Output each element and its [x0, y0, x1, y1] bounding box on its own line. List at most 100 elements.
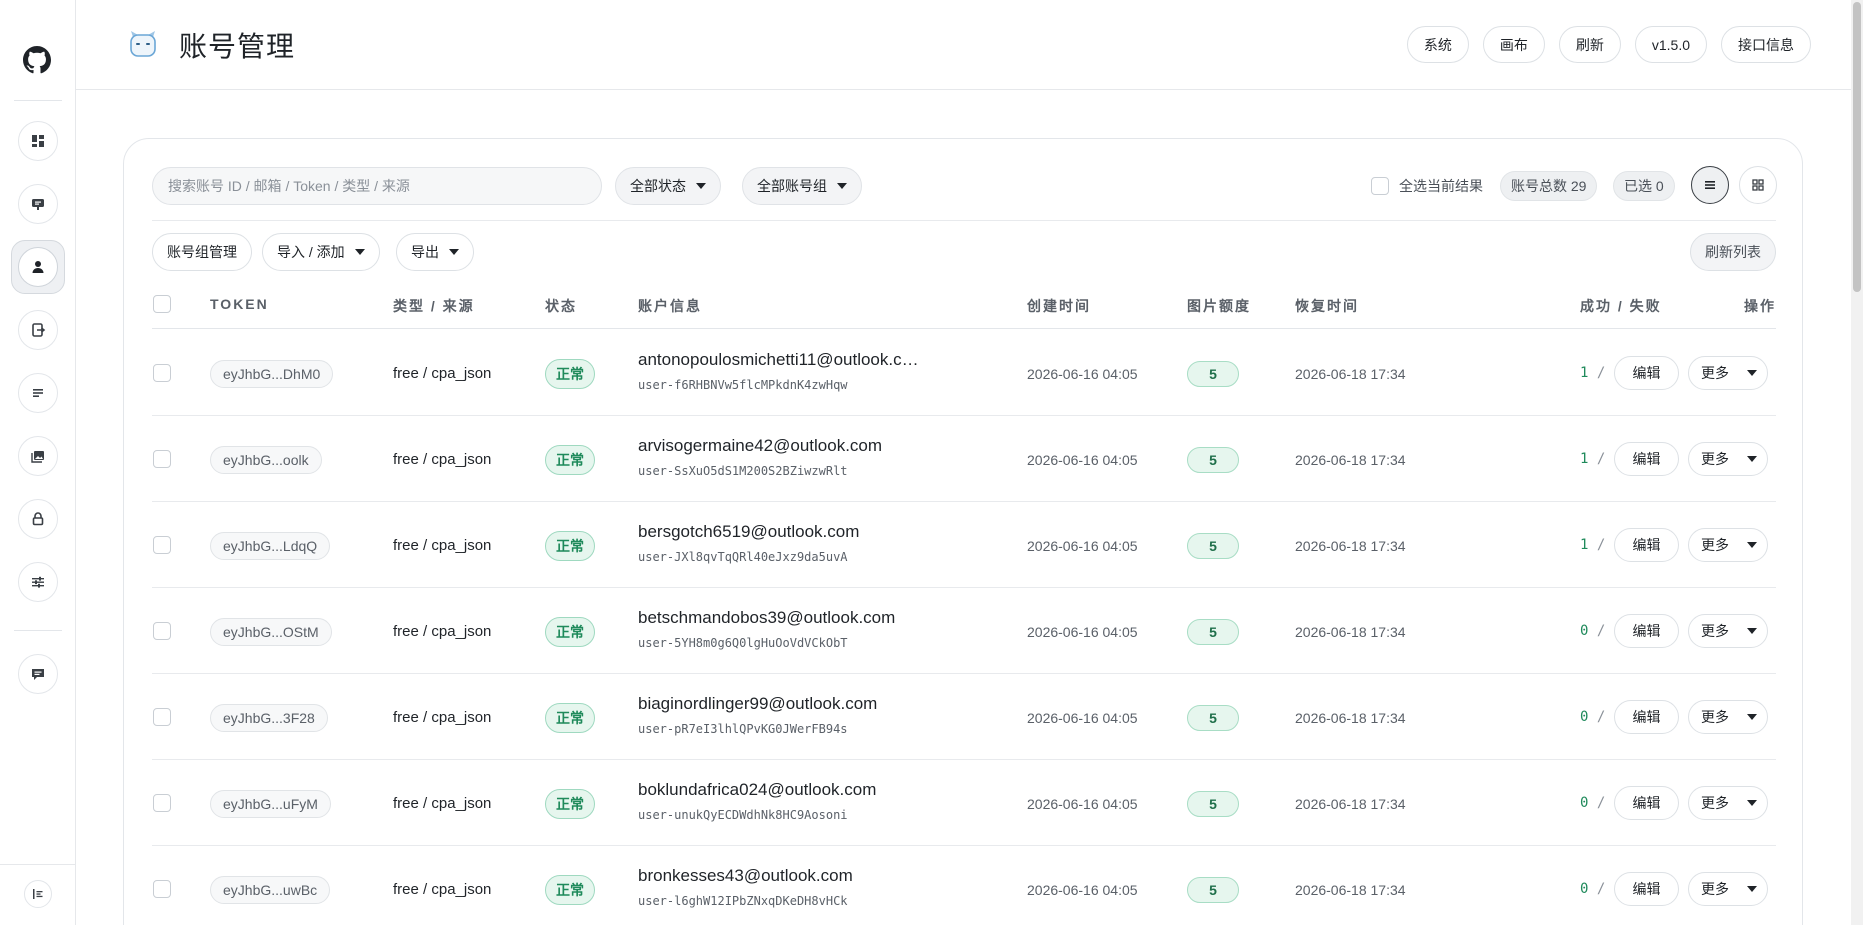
accounts-card: 全部状态 全部账号组 全选当前结果 账号总数 29 已选 0 账号组管理 导入 …	[123, 138, 1803, 925]
import-add-label: 导入 / 添加	[277, 244, 345, 260]
table-row[interactable]: eyJhbG...LdqQ free / cpa_json 正常 bersgotch6…	[152, 502, 1776, 588]
more-dropdown[interactable]: 更多	[1688, 528, 1768, 562]
account-user-id: user-pR7eI3lhlQPvKG0JWerFB94s	[638, 722, 848, 736]
account-email: bronkesses43@outlook.com	[638, 866, 853, 885]
header-select-checkbox[interactable]	[153, 295, 171, 313]
more-dropdown[interactable]: 更多	[1688, 700, 1768, 734]
recover-time: 2026-06-18 17:34	[1295, 366, 1406, 382]
sidebar-collapse-button[interactable]	[24, 880, 52, 908]
edit-button[interactable]: 编辑	[1614, 700, 1679, 734]
account-type: free / cpa_json	[393, 881, 492, 898]
success-fail-separator: /	[1596, 623, 1606, 639]
table-row[interactable]: eyJhbG...3F28 free / cpa_json 正常 biaginordl…	[152, 674, 1776, 760]
refresh-list-button[interactable]: 刷新列表	[1690, 233, 1776, 271]
sidebar-item-images[interactable]	[18, 436, 58, 476]
table-row[interactable]: eyJhbG...oolk free / cpa_json 正常 arvisogerm…	[152, 416, 1776, 502]
column-recover: 恢复时间	[1295, 298, 1359, 314]
account-user-id: user-SsXuO5dS1M200S2BZiwzwRlt	[638, 464, 848, 478]
row-checkbox[interactable]	[153, 880, 171, 898]
canvas-button[interactable]: 画布	[1482, 26, 1545, 63]
edit-button[interactable]: 编辑	[1614, 528, 1679, 562]
status-badge: 正常	[545, 531, 595, 561]
group-filter-dropdown[interactable]: 全部账号组	[742, 167, 862, 205]
export-button[interactable]: 导出	[396, 233, 474, 271]
edit-button[interactable]: 编辑	[1614, 872, 1679, 906]
account-type: free / cpa_json	[393, 365, 492, 382]
account-user-id: user-JXl8qvTqQRl40eJxz9da5uvA	[638, 550, 848, 564]
sidebar-item-settings[interactable]	[18, 562, 58, 602]
token-chip[interactable]: eyJhbG...uFyM	[210, 790, 331, 818]
recover-time: 2026-06-18 17:34	[1295, 538, 1406, 554]
sidebar-item-dashboard[interactable]	[18, 121, 58, 161]
table-row[interactable]: eyJhbG...DhM0 free / cpa_json 正常 antonopoul…	[152, 330, 1776, 416]
table-header: TOKEN 类型 / 来源 状态 账户信息 创建时间 图片额度 恢复时间 成功 …	[152, 279, 1776, 329]
row-checkbox[interactable]	[153, 708, 171, 726]
sidebar-item-monitor[interactable]	[18, 184, 58, 224]
refresh-button[interactable]: 刷新	[1558, 26, 1621, 63]
row-checkbox[interactable]	[153, 794, 171, 812]
more-dropdown[interactable]: 更多	[1688, 786, 1768, 820]
version-button[interactable]: v1.5.0	[1634, 26, 1707, 63]
group-manage-button[interactable]: 账号组管理	[152, 233, 252, 271]
scrollbar-thumb[interactable]	[1853, 2, 1861, 292]
more-label: 更多	[1701, 795, 1729, 811]
status-badge: 正常	[545, 445, 595, 475]
account-email: bersgotch6519@outlook.com	[638, 522, 860, 541]
token-chip[interactable]: eyJhbG...LdqQ	[210, 532, 331, 560]
grid-view-button[interactable]	[1739, 166, 1777, 204]
status-filter-label: 全部状态	[630, 178, 686, 194]
token-chip[interactable]: eyJhbG...DhM0	[210, 360, 334, 388]
file-export-icon	[32, 323, 46, 337]
caret-down-icon	[1747, 800, 1757, 806]
import-add-button[interactable]: 导入 / 添加	[262, 233, 380, 271]
image-quota-badge: 5	[1187, 619, 1239, 645]
token-chip[interactable]: eyJhbG...3F28	[210, 704, 328, 732]
select-all-checkbox[interactable]	[1371, 177, 1389, 195]
created-time: 2026-06-16 04:05	[1027, 452, 1138, 468]
more-dropdown[interactable]: 更多	[1688, 356, 1768, 390]
sidebar-divider	[14, 100, 62, 101]
sidebar	[0, 0, 76, 925]
more-dropdown[interactable]: 更多	[1688, 614, 1768, 648]
refresh-list-label: 刷新列表	[1705, 244, 1761, 260]
more-label: 更多	[1701, 451, 1729, 467]
status-badge: 正常	[545, 875, 595, 905]
select-all-results[interactable]: 全选当前结果	[1371, 176, 1483, 196]
github-icon[interactable]	[23, 46, 51, 74]
column-created: 创建时间	[1027, 298, 1091, 314]
system-button[interactable]: 系统	[1406, 26, 1469, 63]
api-info-button[interactable]: 接口信息	[1721, 26, 1811, 63]
caret-down-icon	[1747, 886, 1757, 892]
edit-button[interactable]: 编辑	[1614, 614, 1679, 648]
row-checkbox[interactable]	[153, 536, 171, 554]
row-checkbox[interactable]	[153, 364, 171, 382]
row-checkbox[interactable]	[153, 450, 171, 468]
edit-button[interactable]: 编辑	[1614, 442, 1679, 476]
image-quota-badge: 5	[1187, 447, 1239, 473]
table-row[interactable]: eyJhbG...OStM free / cpa_json 正常 betschmand…	[152, 588, 1776, 674]
account-email: biaginordlinger99@outlook.com	[638, 694, 878, 713]
sidebar-item-security[interactable]	[18, 499, 58, 539]
status-filter-dropdown[interactable]: 全部状态	[615, 167, 721, 205]
created-time: 2026-06-16 04:05	[1027, 882, 1138, 898]
table-row[interactable]: eyJhbG...uwBc free / cpa_json 正常 bronkesses…	[152, 846, 1776, 925]
token-chip[interactable]: eyJhbG...OStM	[210, 618, 332, 646]
more-dropdown[interactable]: 更多	[1688, 872, 1768, 906]
sidebar-item-messages[interactable]	[18, 654, 58, 694]
page-scrollbar[interactable]	[1851, 0, 1863, 925]
table-row[interactable]: eyJhbG...uFyM free / cpa_json 正常 boklundafr…	[152, 760, 1776, 846]
created-time: 2026-06-16 04:05	[1027, 538, 1138, 554]
sidebar-item-accounts[interactable]	[11, 240, 65, 294]
edit-button[interactable]: 编辑	[1614, 786, 1679, 820]
more-dropdown[interactable]: 更多	[1688, 442, 1768, 476]
token-chip[interactable]: eyJhbG...uwBc	[210, 876, 331, 904]
sidebar-item-export[interactable]	[18, 310, 58, 350]
success-count: 0	[1580, 709, 1589, 725]
row-checkbox[interactable]	[153, 622, 171, 640]
edit-button[interactable]: 编辑	[1614, 356, 1679, 390]
caret-down-icon	[696, 183, 706, 189]
token-chip[interactable]: eyJhbG...oolk	[210, 446, 322, 474]
sidebar-item-logs[interactable]	[18, 373, 58, 413]
search-input[interactable]	[152, 167, 602, 205]
list-view-button[interactable]	[1691, 166, 1729, 204]
